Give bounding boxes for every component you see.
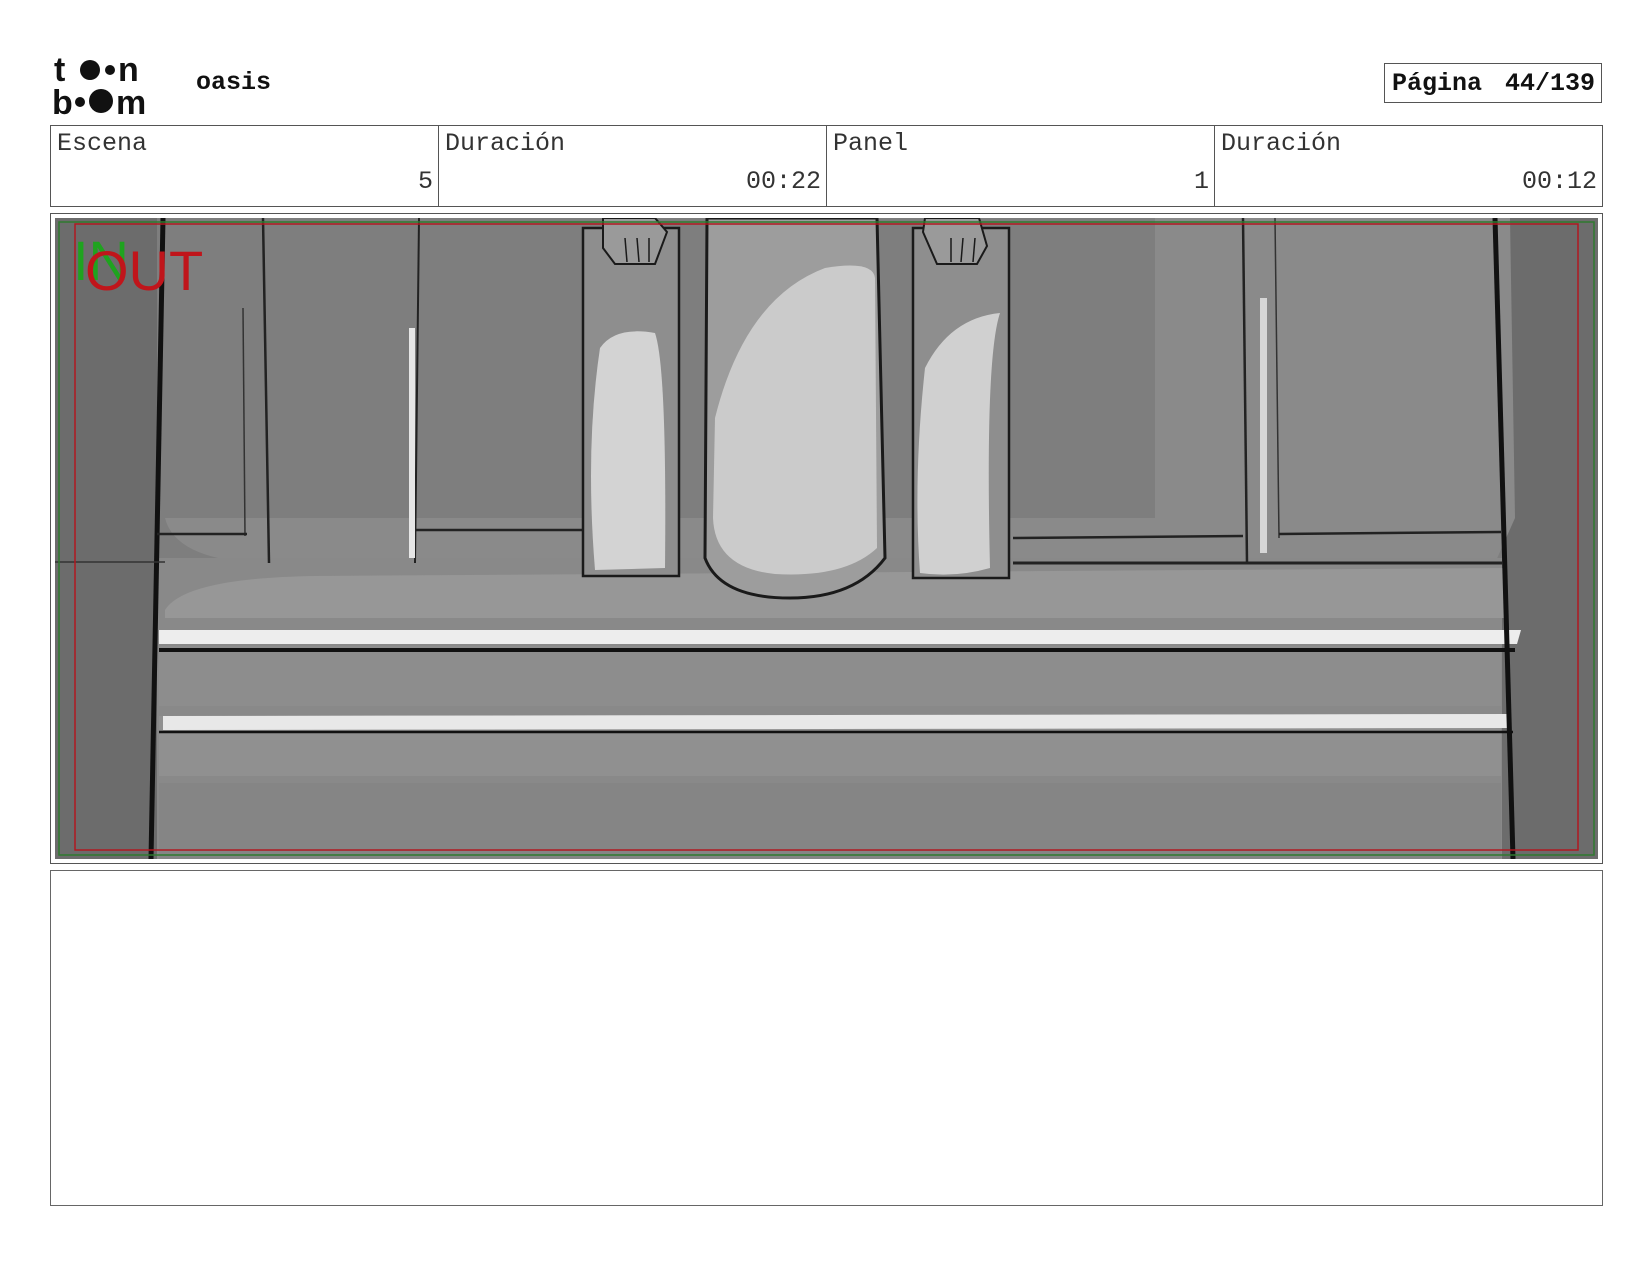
page-value: 44/139 [1504, 68, 1595, 98]
logo-dot-large-2 [89, 89, 113, 113]
page-label: Página [1392, 68, 1483, 98]
left-block-highlight [591, 331, 666, 570]
panel-label: Panel [833, 129, 909, 158]
logo-letter-b: b [54, 84, 73, 116]
bench-base [159, 783, 1501, 859]
right-wall [1502, 218, 1598, 859]
scene-cell: Escena 5 [51, 126, 439, 206]
scene-value: 5 [417, 167, 433, 196]
wall-highlight-2 [1260, 298, 1267, 553]
left-hand [602, 218, 669, 265]
panel-duration-label: Duración [1221, 129, 1342, 158]
storyboard-panel: IN OUT [50, 213, 1603, 864]
logo-dot-large [80, 60, 100, 80]
bench-highlight-1 [159, 630, 1521, 644]
scene-info-row: Escena 5 Duración 00:22 Panel 1 Duración… [50, 125, 1603, 207]
scene-duration-cell: Duración 00:22 [439, 126, 827, 206]
left-wall [55, 218, 157, 859]
panel-duration-cell: Duración 00:12 [1215, 126, 1602, 206]
bench-front-upper [159, 646, 1501, 706]
logo-letter-m: m [116, 84, 146, 116]
panel-duration-value: 00:12 [1521, 167, 1597, 196]
page-indicator: Página 44/139 [1384, 63, 1602, 103]
panel-drawing: IN OUT [55, 218, 1598, 859]
scene-duration-value: 00:22 [745, 167, 821, 196]
panel-notes-area[interactable] [50, 870, 1603, 1206]
scene-duration-label: Duración [445, 129, 566, 158]
scene-label: Escena [57, 129, 148, 158]
wall-highlight-1 [409, 328, 415, 558]
out-marker: OUT [85, 239, 203, 302]
toonboom-logo: t n b m [54, 54, 146, 116]
panel-cell: Panel 1 [827, 126, 1215, 206]
logo-dot-small [105, 65, 115, 75]
project-name: oasis [196, 68, 272, 97]
bench-highlight-2 [163, 714, 1511, 730]
logo-dot-small-2 [75, 97, 85, 107]
panel-value: 1 [1193, 167, 1209, 196]
